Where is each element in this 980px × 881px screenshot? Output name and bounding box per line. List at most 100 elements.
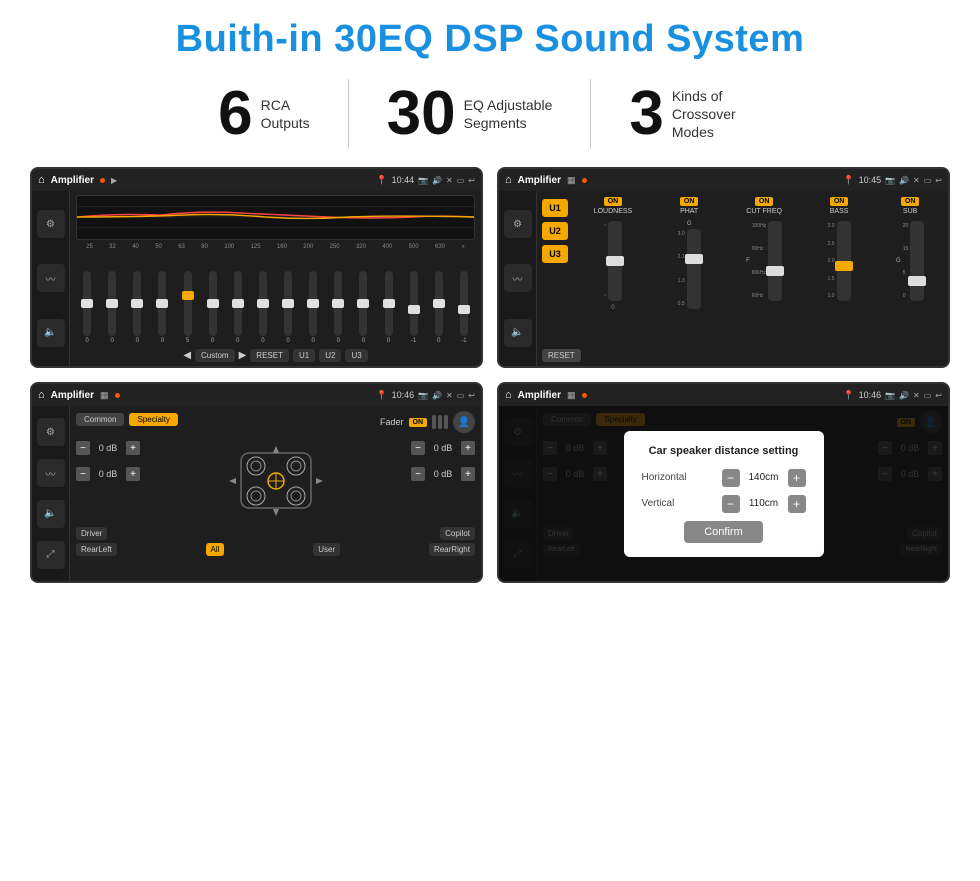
db-minus-3[interactable]: −	[411, 467, 425, 481]
dialog-confirm-button[interactable]: Confirm	[684, 521, 763, 543]
fader-screen-content: ⚙ 〰 🔈 ⤢ Common Specialty Fader ON	[32, 406, 481, 581]
eq-slider-7: 0	[259, 271, 267, 344]
co-filter-btn[interactable]: ⚙	[504, 210, 532, 238]
volume-icon-3: 🔊	[432, 391, 442, 400]
stat-label-eq: EQ Adjustable Segments	[464, 96, 553, 132]
fader-slider-small-3	[444, 415, 448, 429]
eq-u2-btn[interactable]: U2	[319, 349, 341, 362]
fader-slider-small-2	[438, 415, 442, 429]
preset-u1-btn[interactable]: U1	[542, 199, 568, 217]
fad-wave-btn[interactable]: 〰	[37, 459, 65, 487]
screen-eq: ⌂ Amplifier ▶ 📍 10:44 📷 🔊 ✕ ▭ ↩ ⚙	[30, 167, 483, 368]
back-icon-2[interactable]: ↩	[935, 176, 942, 185]
dialog-vertical-minus[interactable]: −	[722, 495, 740, 513]
db-plus-0[interactable]: +	[126, 441, 140, 455]
db-minus-1[interactable]: −	[76, 467, 90, 481]
bass-track[interactable]	[837, 221, 851, 301]
status-dot-2	[582, 178, 587, 183]
sub-track[interactable]	[910, 221, 924, 301]
rect-icon-4: ▭	[924, 391, 932, 400]
preset-u3-btn[interactable]: U3	[542, 245, 568, 263]
map-icon-3: 📍	[376, 390, 387, 401]
home-icon-1[interactable]: ⌂	[38, 174, 45, 186]
db-minus-2[interactable]: −	[411, 441, 425, 455]
eq-prev-btn[interactable]: ◀	[183, 350, 191, 361]
status-dot-1	[100, 178, 105, 183]
eq-slider-4: 5	[184, 271, 192, 344]
dialog-title: Car speaker distance setting	[642, 445, 806, 457]
x-icon-1: ✕	[446, 176, 453, 185]
eq-speaker-btn[interactable]: 🔈	[37, 319, 65, 347]
eq-u3-btn[interactable]: U3	[345, 349, 367, 362]
tab-common[interactable]: Common	[76, 413, 124, 426]
x-icon-4: ✕	[913, 391, 920, 400]
db-plus-3[interactable]: +	[461, 467, 475, 481]
eq-wave-btn[interactable]: 〰	[37, 264, 65, 292]
phat-toggle[interactable]: ON	[680, 197, 699, 206]
time-2: 10:45	[859, 175, 882, 185]
user-btn[interactable]: User	[313, 543, 340, 556]
dialog-horizontal-minus[interactable]: −	[722, 469, 740, 487]
all-btn[interactable]: All	[206, 543, 225, 556]
eq-reset-btn[interactable]: RESET	[250, 349, 289, 362]
db-plus-1[interactable]: +	[126, 467, 140, 481]
bass-toggle[interactable]: ON	[830, 197, 849, 206]
time-1: 10:44	[392, 175, 415, 185]
fad-speaker-btn[interactable]: 🔈	[37, 500, 65, 528]
crossover-top: U1 U2 U3 ON LOUDNESS ~~	[542, 195, 943, 343]
rearright-btn[interactable]: RearRight	[429, 543, 475, 556]
eq-slider-1: 0	[108, 271, 116, 344]
cutfreq-track[interactable]	[768, 221, 782, 301]
eq-slider-2: 0	[133, 271, 141, 344]
copilot-btn[interactable]: Copilot	[440, 527, 475, 540]
eq-sliders-row: 0 0 0 0 5 0 0 0 0 0 0 0 0 -1 0	[76, 254, 475, 346]
sub-toggle[interactable]: ON	[901, 197, 920, 206]
status-bar-2: ⌂ Amplifier ▦ 📍 10:45 📷 🔊 ✕ ▭ ↩	[499, 169, 948, 191]
speaker-diagram-area	[145, 438, 406, 523]
eq-filter-btn[interactable]: ⚙	[37, 210, 65, 238]
eq-custom-btn[interactable]: Custom	[195, 349, 235, 362]
sub-col: ON SUB G 201550	[896, 197, 924, 301]
home-icon-3[interactable]: ⌂	[38, 389, 45, 401]
map-icon-2: 📍	[843, 175, 854, 186]
rearleft-btn[interactable]: RearLeft	[76, 543, 117, 556]
eq-slider-9: 0	[309, 271, 317, 344]
fader-main: Common Specialty Fader ON 👤	[70, 406, 481, 581]
grid-icon-2: ▦	[567, 175, 576, 186]
co-speaker-btn[interactable]: 🔈	[504, 319, 532, 347]
phat-track[interactable]	[687, 229, 701, 309]
preset-u2-btn[interactable]: U2	[542, 222, 568, 240]
loudness-toggle[interactable]: ON	[604, 197, 623, 206]
stat-label-crossover: Kinds of Crossover Modes	[672, 87, 762, 142]
play-icon-1: ▶	[111, 176, 117, 185]
eq-sidebar: ⚙ 〰 🔈	[32, 191, 70, 366]
dialog-horizontal-plus[interactable]: +	[788, 469, 806, 487]
eq-slider-14: 0	[435, 271, 443, 344]
loudness-track[interactable]	[608, 221, 622, 301]
back-icon-3[interactable]: ↩	[468, 391, 475, 400]
dialog-vertical-plus[interactable]: +	[788, 495, 806, 513]
crossover-screen-content: ⚙ 〰 🔈 U1 U2 U3	[499, 191, 948, 366]
home-icon-2[interactable]: ⌂	[505, 174, 512, 186]
crossover-reset-btn[interactable]: RESET	[542, 349, 581, 362]
eq-u1-btn[interactable]: U1	[293, 349, 315, 362]
back-icon-1[interactable]: ↩	[468, 176, 475, 185]
eq-next-btn[interactable]: ▶	[239, 350, 247, 361]
camera-icon-3: 📷	[418, 391, 428, 400]
driver-btn[interactable]: Driver	[76, 527, 107, 540]
fad-filter-btn[interactable]: ⚙	[37, 418, 65, 446]
fad-expand-btn[interactable]: ⤢	[37, 541, 65, 569]
home-icon-4[interactable]: ⌂	[505, 389, 512, 401]
back-icon-4[interactable]: ↩	[935, 391, 942, 400]
fader-toggle-btn[interactable]: ON	[409, 418, 428, 427]
co-wave-btn[interactable]: 〰	[504, 264, 532, 292]
screens-grid: ⌂ Amplifier ▶ 📍 10:44 📷 🔊 ✕ ▭ ↩ ⚙	[30, 167, 950, 583]
db-plus-2[interactable]: +	[461, 441, 475, 455]
tab-specialty[interactable]: Specialty	[129, 413, 177, 426]
phat-col: ON PHAT G 3.02.11.30.5	[678, 197, 701, 309]
db-minus-0[interactable]: −	[76, 441, 90, 455]
volume-icon-4: 🔊	[899, 391, 909, 400]
cutfreq-toggle[interactable]: ON	[755, 197, 774, 206]
db-control-3: − 0 dB +	[411, 467, 475, 481]
rect-icon-2: ▭	[924, 176, 932, 185]
